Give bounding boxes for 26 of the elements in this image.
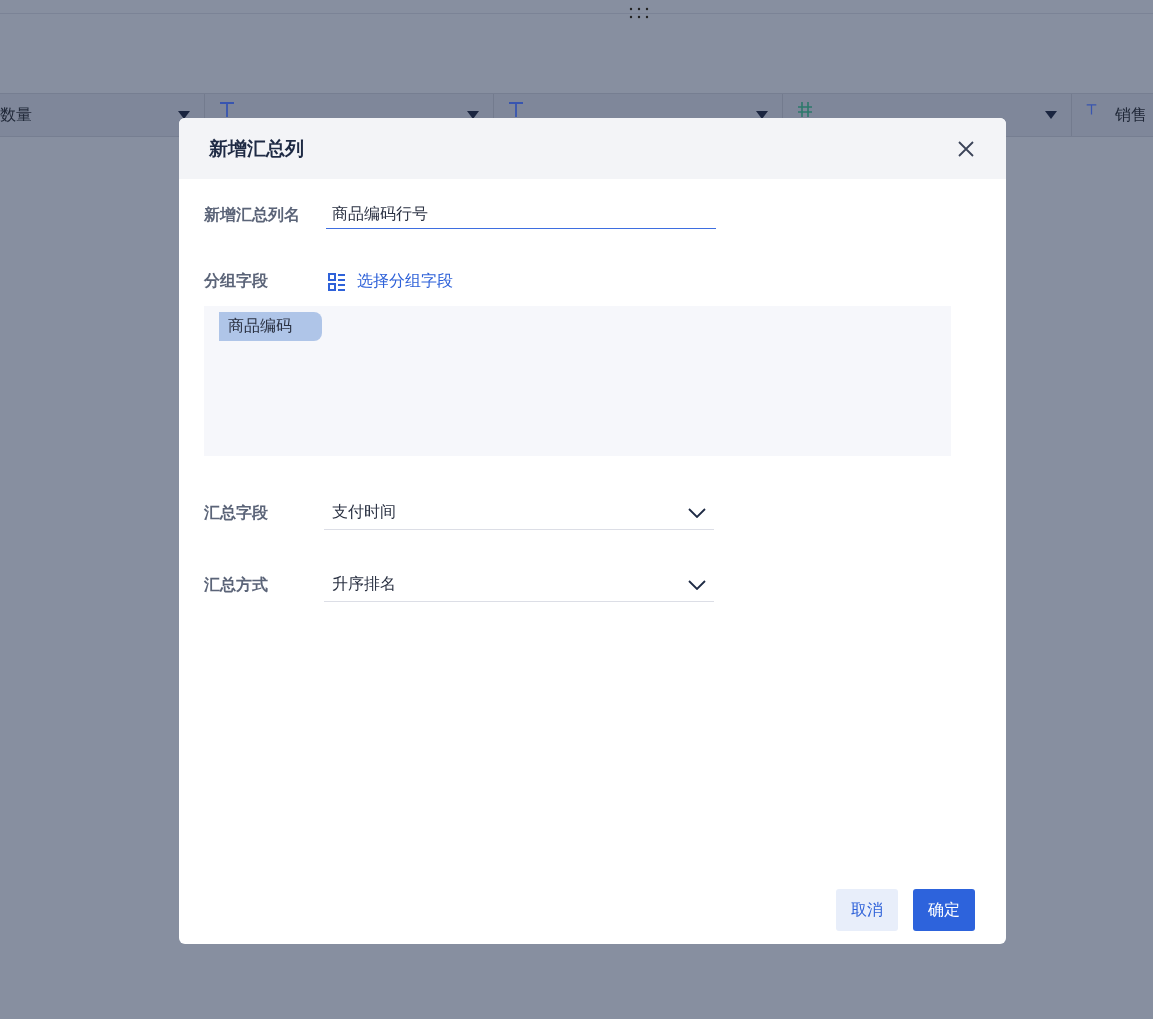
dropdown-arrow-icon[interactable] bbox=[756, 110, 768, 120]
field-tag[interactable]: 商品编码 bbox=[219, 312, 322, 341]
column-header[interactable]: 销售 bbox=[1115, 104, 1147, 126]
field-label: 汇总方式 bbox=[204, 574, 269, 596]
chevron-down-icon bbox=[688, 507, 706, 518]
cancel-button[interactable]: 取消 bbox=[836, 889, 898, 931]
select-field[interactable]: 支付时间 bbox=[324, 496, 714, 530]
field-label: 分组字段 bbox=[204, 271, 269, 292]
dropdown-arrow-icon[interactable] bbox=[178, 110, 190, 120]
hash-icon bbox=[797, 101, 813, 117]
select-group-field-link[interactable]: 选择分组字段 bbox=[327, 271, 453, 292]
chevron-down-icon bbox=[688, 579, 706, 590]
select-field[interactable]: 升序排名 bbox=[324, 568, 714, 602]
dialog-title: 新增汇总列 bbox=[209, 135, 304, 161]
letter-t-icon bbox=[1086, 101, 1097, 117]
letter-t-icon bbox=[508, 101, 524, 117]
list-icon bbox=[327, 271, 347, 292]
column-header[interactable]: 数量 bbox=[0, 104, 160, 126]
field-label: 汇总字段 bbox=[204, 502, 269, 524]
dropdown-arrow-icon[interactable] bbox=[467, 110, 479, 120]
confirm-button[interactable]: 确定 bbox=[913, 889, 975, 931]
input-field[interactable]: 商品编码行号 bbox=[326, 201, 716, 229]
letter-t-icon bbox=[219, 101, 235, 117]
field-label: 新增汇总列名 bbox=[204, 204, 301, 226]
close-button[interactable] bbox=[956, 138, 976, 159]
drag-handle-icon[interactable] bbox=[628, 6, 650, 20]
